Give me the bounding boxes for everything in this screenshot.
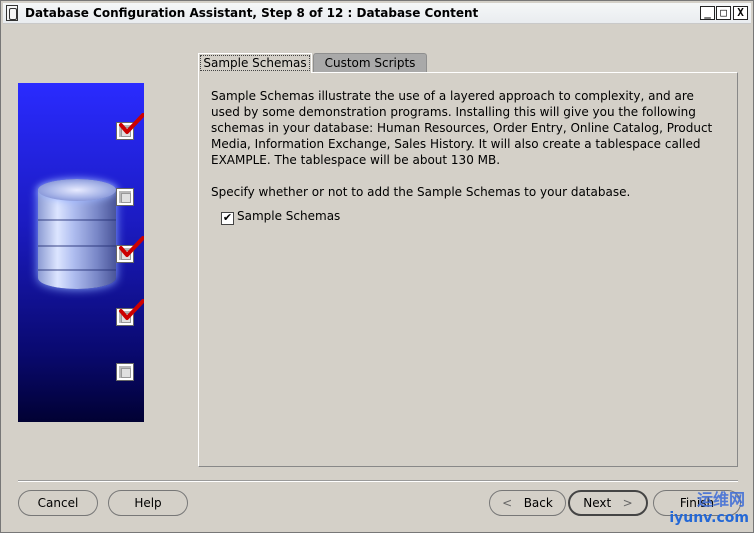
minimize-button[interactable]: _ bbox=[700, 6, 715, 20]
wizard-side-image bbox=[18, 83, 144, 422]
button-divider bbox=[18, 480, 738, 482]
maximize-button[interactable]: □ bbox=[716, 6, 731, 20]
sample-schemas-checkbox-row[interactable]: ✔ Sample Schemas bbox=[221, 209, 340, 225]
app-icon bbox=[6, 5, 18, 21]
step-5-checkbox bbox=[116, 363, 134, 381]
title-bar: Database Configuration Assistant, Step 8… bbox=[3, 3, 751, 24]
tab-custom-scripts[interactable]: Custom Scripts bbox=[313, 53, 427, 73]
step-3-check-icon bbox=[118, 236, 144, 260]
sample-schemas-panel: Sample Schemas illustrate the use of a l… bbox=[198, 72, 738, 467]
database-cylinder-icon bbox=[38, 179, 116, 297]
sample-schemas-checkbox[interactable]: ✔ bbox=[221, 212, 234, 225]
tab-sample-schemas[interactable]: Sample Schemas bbox=[198, 53, 312, 73]
sample-schemas-checkbox-label: Sample Schemas bbox=[237, 209, 341, 223]
help-button[interactable]: Help bbox=[108, 490, 188, 516]
chevron-left-icon: < bbox=[502, 496, 513, 510]
step-2-checkbox bbox=[116, 188, 134, 206]
close-button[interactable]: X bbox=[733, 6, 748, 20]
step-4-check-icon bbox=[118, 299, 144, 323]
window-title: Database Configuration Assistant, Step 8… bbox=[25, 6, 479, 20]
back-button[interactable]: < Back bbox=[489, 490, 566, 516]
finish-button[interactable]: Finish bbox=[653, 490, 741, 516]
next-button[interactable]: Next > bbox=[568, 490, 648, 516]
wizard-content: Sample Schemas Custom Scripts Sample Sch… bbox=[3, 24, 751, 530]
sample-schemas-description: Sample Schemas illustrate the use of a l… bbox=[211, 89, 713, 167]
cancel-button[interactable]: Cancel bbox=[18, 490, 98, 516]
chevron-right-icon: > bbox=[622, 496, 633, 510]
dbca-window: Database Configuration Assistant, Step 8… bbox=[0, 0, 754, 533]
sample-schemas-prompt: Specify whether or not to add the Sample… bbox=[211, 185, 631, 199]
step-1-check-icon bbox=[118, 113, 144, 137]
